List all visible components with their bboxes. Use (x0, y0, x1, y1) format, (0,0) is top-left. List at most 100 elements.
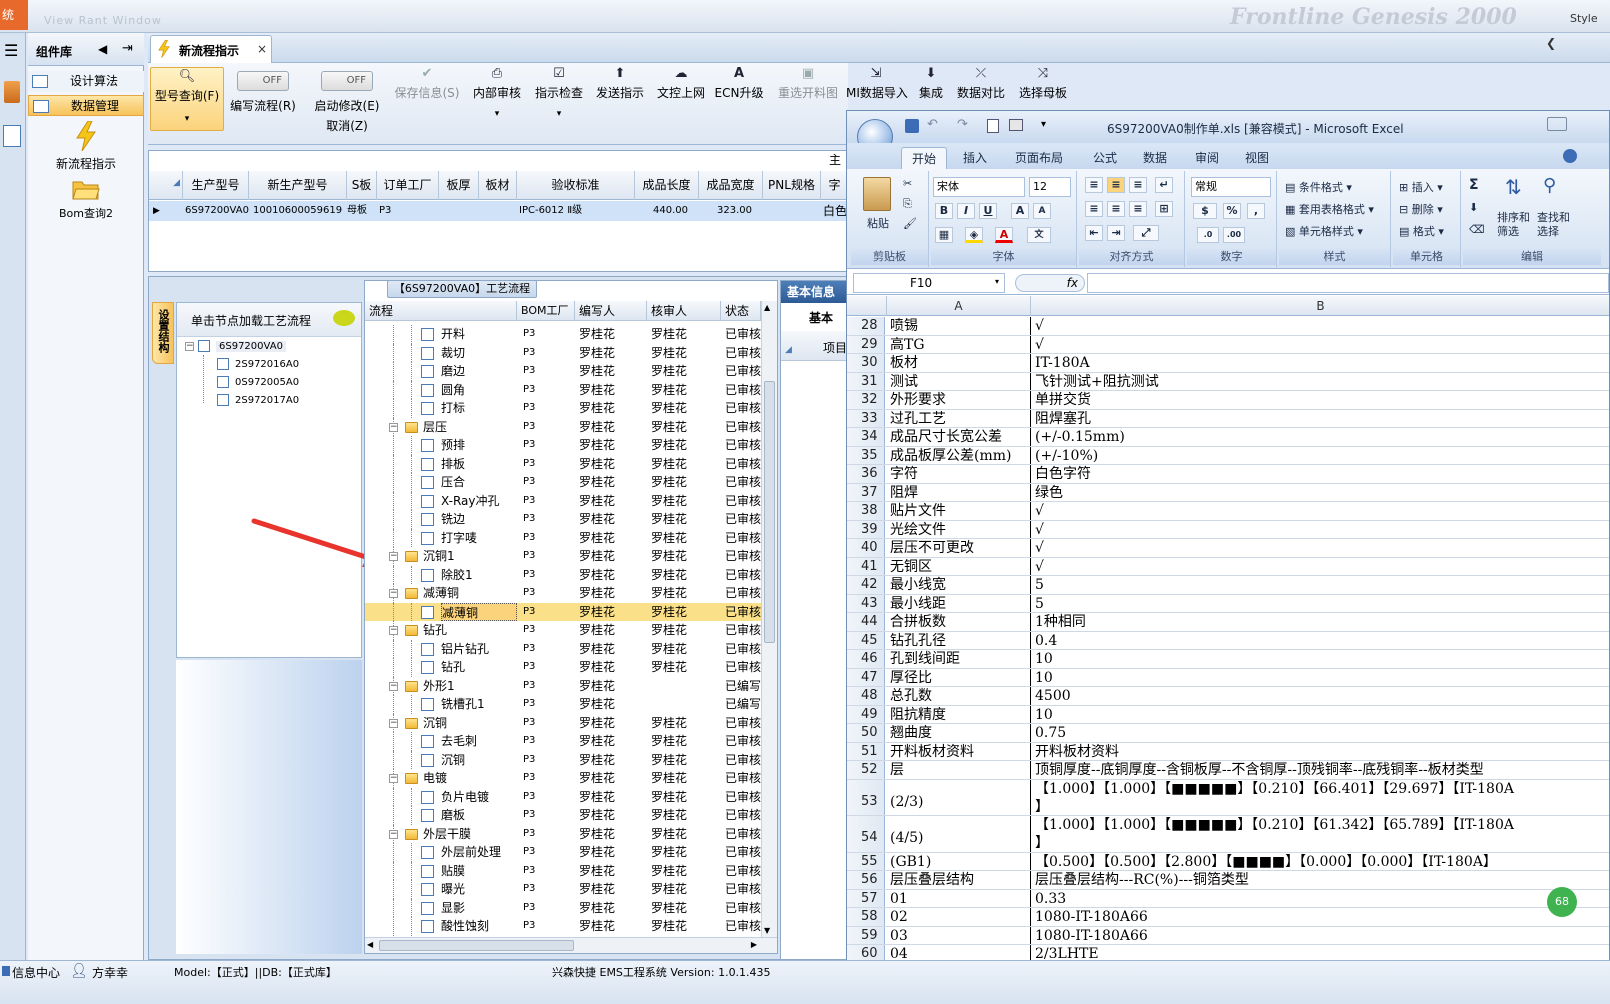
cell-name[interactable]: 负片电镀 (441, 788, 517, 807)
cell-writer[interactable]: 罗桂花 (579, 566, 645, 585)
cell-writer[interactable]: 罗桂花 (579, 843, 645, 862)
cell-reviewer[interactable]: 罗桂花 (651, 843, 717, 862)
cell-a[interactable]: 过孔工艺 (888, 409, 1031, 427)
cell-factory[interactable]: P3 (523, 862, 573, 881)
cell-factory[interactable]: P3 (523, 621, 573, 640)
cell-name[interactable]: 去毛刺 (441, 732, 517, 751)
cell-factory[interactable]: P3 (523, 344, 573, 363)
table-row[interactable]: − 外层干膜 P3 罗桂花 罗桂花 已审核 (365, 824, 761, 844)
cell-writer[interactable]: 罗桂花 (579, 695, 645, 714)
cell-writer[interactable]: 罗桂花 (579, 547, 645, 566)
paste-label[interactable]: 粘贴 (867, 215, 889, 231)
grid-cell[interactable]: P3 (379, 201, 439, 221)
ribbon-tab-view[interactable]: 视图 (1235, 147, 1279, 169)
ribbon-tab-home[interactable]: 开始 (901, 147, 948, 169)
collapse-icon[interactable]: − (389, 774, 398, 783)
cell-writer[interactable]: 罗桂花 (579, 362, 645, 381)
cell-a[interactable]: 层压叠层结构 (888, 871, 1031, 889)
font-color-icon[interactable]: A (995, 227, 1013, 243)
cell-writer[interactable]: 罗桂花 (579, 917, 645, 936)
cell-name[interactable]: 层压 (423, 418, 517, 437)
wrap-text-icon[interactable]: ↵ (1155, 177, 1173, 193)
column-header[interactable]: 项目 (823, 339, 847, 356)
cell-b[interactable]: IT-180A (1033, 354, 1609, 372)
cell-a[interactable]: 最小线距 (888, 594, 1031, 612)
cell-status[interactable]: 已审核 (725, 492, 761, 511)
cell-a[interactable]: 板材 (888, 354, 1031, 372)
grow-font-icon[interactable]: A (1011, 203, 1029, 219)
decrease-indent-icon[interactable]: ⇤ (1085, 225, 1103, 241)
data-compare-button[interactable]: ⤫ 数据对比 (956, 67, 1006, 101)
cell-name[interactable]: 排板 (441, 455, 517, 474)
cell-factory[interactable]: P3 (523, 899, 573, 918)
cell-status[interactable]: 已编写 (725, 695, 761, 714)
row-number[interactable]: 43 (847, 594, 885, 612)
cell-name[interactable]: 磨边 (441, 362, 517, 381)
collapse-icon[interactable]: − (389, 718, 398, 728)
collapse-icon[interactable]: − (389, 589, 398, 598)
ribbon-tab-formulas[interactable]: 公式 (1083, 147, 1127, 169)
table-row[interactable]: 外层前处理 P3 罗桂花 罗桂花 已审核 (365, 843, 761, 862)
chevron-down-icon[interactable]: ▾ (530, 109, 588, 119)
comma-icon[interactable]: , (1247, 203, 1265, 219)
column-header[interactable]: 订单工厂 (377, 171, 439, 200)
cell-reviewer[interactable]: 罗桂花 (651, 473, 717, 492)
column-header[interactable]: BOM工厂 (517, 301, 575, 321)
cell-status[interactable]: 已审核 (725, 566, 761, 585)
table-row[interactable]: − 减薄铜 P3 罗桂花 罗桂花 已审核 (365, 584, 761, 603)
cell-writer[interactable]: 罗桂花 (579, 621, 645, 640)
cell-name[interactable]: 铝片钻孔 (441, 640, 517, 659)
cell-status[interactable]: 已审核 (725, 769, 761, 788)
cell-a[interactable]: 外形要求 (888, 391, 1031, 409)
cell-name[interactable]: 贴膜 (441, 862, 517, 881)
cell-reviewer[interactable]: 罗桂花 (651, 658, 717, 677)
row-number[interactable]: 34 (847, 428, 885, 446)
cell-reviewer[interactable]: 罗桂花 (651, 492, 717, 511)
table-row[interactable]: 开料 P3 罗桂花 罗桂花 已审核 (365, 325, 761, 344)
tree-node[interactable]: 2S972017A0 (217, 393, 299, 409)
mi-data-import-button[interactable]: ⇲ MI数据导入 (846, 67, 908, 101)
cell-reviewer[interactable]: 罗桂花 (651, 399, 717, 418)
cell-status[interactable]: 已审核 (725, 880, 761, 899)
row-number[interactable]: 29 (847, 335, 885, 353)
decrease-decimal-icon[interactable]: .00 (1223, 227, 1245, 243)
table-row[interactable]: − 电镀 P3 罗桂花 罗桂花 已审核 (365, 769, 761, 788)
cell-factory[interactable]: P3 (523, 436, 573, 455)
cell-factory[interactable]: P3 (523, 455, 573, 474)
cell-a[interactable]: 总孔数 (888, 687, 1031, 705)
row-number[interactable]: 56 (847, 871, 885, 889)
cell-reviewer[interactable]: 罗桂花 (651, 418, 717, 437)
cell-reviewer[interactable]: 罗桂花 (651, 603, 717, 622)
cell-reviewer[interactable]: 罗桂花 (651, 825, 717, 844)
column-header[interactable]: S板 (347, 171, 377, 200)
cell-a[interactable]: 开料板材资料 (888, 742, 1031, 760)
cell-factory[interactable]: P3 (523, 473, 573, 492)
table-row[interactable]: 铣边 P3 罗桂花 罗桂花 已审核 (365, 510, 761, 529)
column-header[interactable]: 验收标准 (517, 171, 635, 200)
row-number[interactable]: 32 (847, 391, 885, 409)
cell-factory[interactable]: P3 (523, 825, 573, 844)
row-number[interactable]: 38 (847, 502, 885, 520)
cell-reviewer[interactable]: 罗桂花 (651, 640, 717, 659)
cell-b[interactable]: 顶铜厚度--底铜厚度--含铜板厚--不含铜厚--顶残铜率--底残铜率--板材类型 (1033, 761, 1609, 779)
cell-factory[interactable]: P3 (523, 510, 573, 529)
cell-reviewer[interactable]: 罗桂花 (651, 529, 717, 548)
cell-name[interactable]: 沉铜1 (423, 547, 517, 566)
row-number[interactable]: 47 (847, 668, 885, 686)
cell-factory[interactable]: P3 (523, 843, 573, 862)
table-row[interactable]: − 沉铜 P3 罗桂花 罗桂花 已审核 (365, 713, 761, 732)
cell-writer[interactable]: 罗桂花 (579, 418, 645, 437)
cell-status[interactable]: 已审核 (725, 547, 761, 566)
cell-writer[interactable]: 罗桂花 (579, 677, 645, 696)
tree-root-node[interactable]: − 6S97200VA0 (185, 339, 286, 355)
column-header[interactable]: 板材 (479, 171, 517, 200)
column-header[interactable]: 生产型号 (183, 171, 249, 200)
cell-b[interactable]: 10 (1033, 669, 1609, 687)
cell-a[interactable]: 字符 (888, 465, 1031, 483)
model-query-button[interactable]: 🔍︎ 型号查询(F) ▾ (150, 67, 224, 131)
cell-a[interactable]: 03 (888, 926, 1031, 944)
column-header[interactable]: 状态 (721, 301, 761, 321)
cell-factory[interactable]: P3 (523, 751, 573, 770)
cell-a[interactable]: 02 (888, 908, 1031, 926)
cell-writer[interactable]: 罗桂花 (579, 510, 645, 529)
